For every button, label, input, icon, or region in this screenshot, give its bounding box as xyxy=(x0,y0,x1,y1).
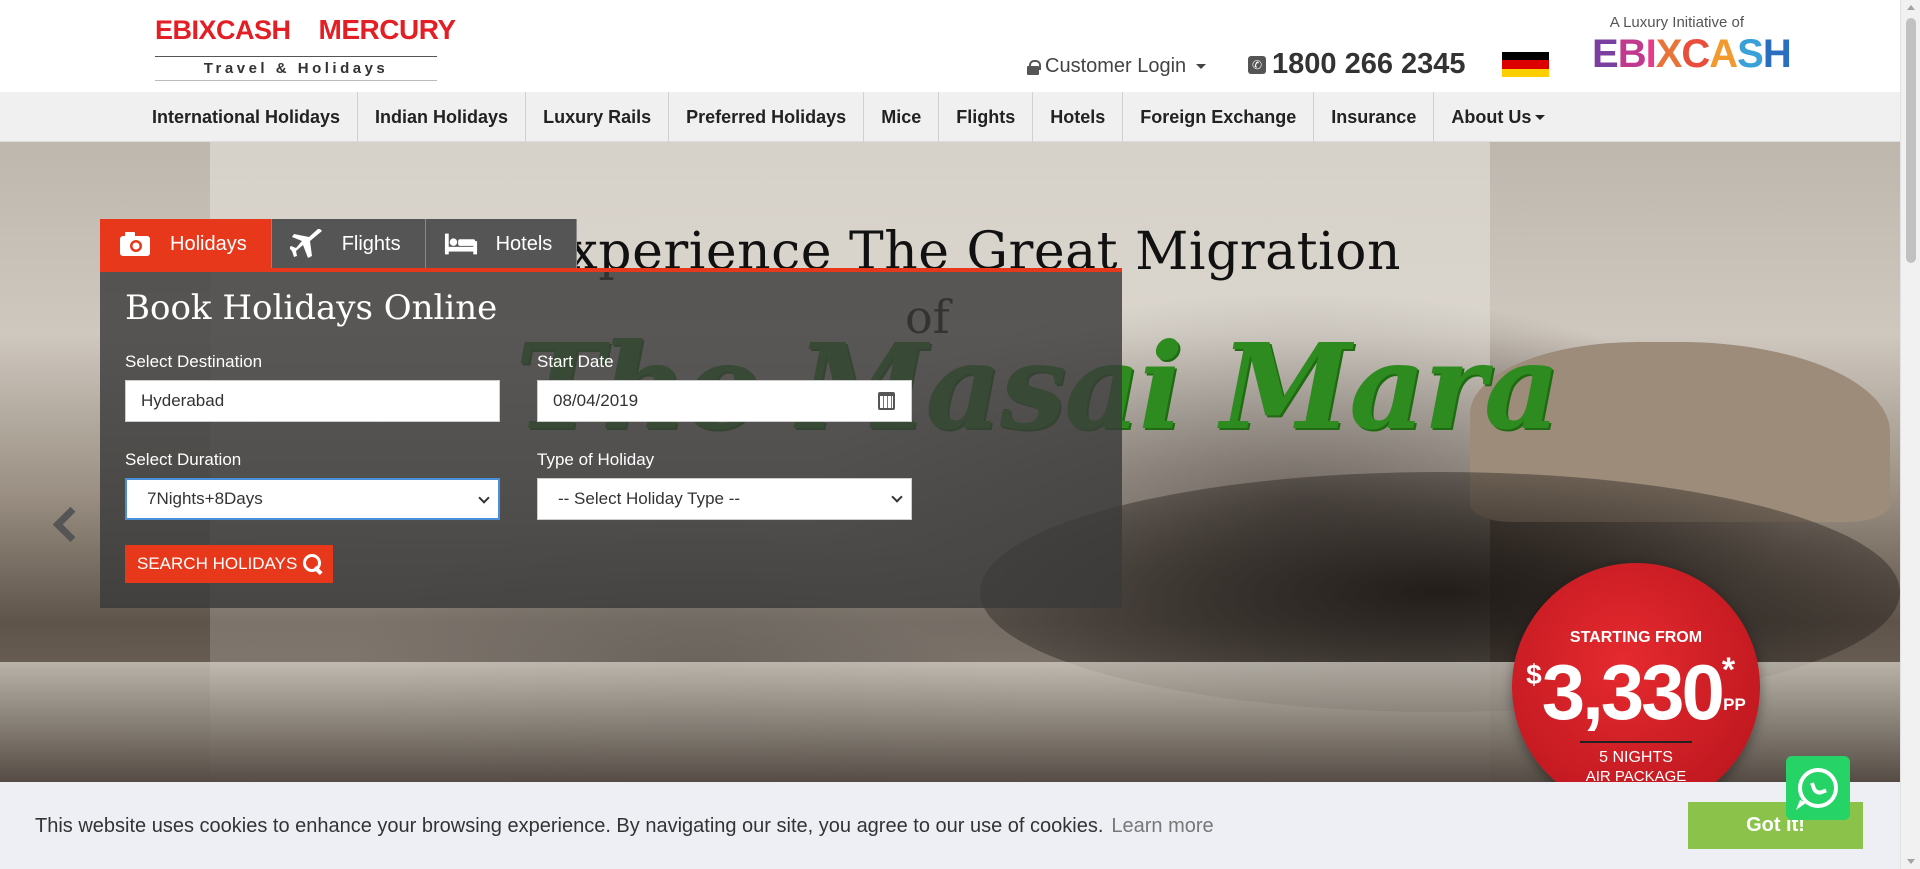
badge-currency: $ xyxy=(1526,659,1542,690)
flag-stripe-black xyxy=(1502,52,1549,61)
nav-about-us[interactable]: About Us xyxy=(1434,92,1562,142)
cookie-text: This website uses cookies to enhance you… xyxy=(35,815,1104,837)
logo-mercury: MERCURY xyxy=(318,14,457,45)
site-logo[interactable]: EBIXCASH MERCURY Travel & Holidays xyxy=(155,8,456,82)
destination-input[interactable]: Hyderabad xyxy=(125,380,500,422)
whatsapp-button[interactable] xyxy=(1786,756,1850,820)
badge-starting-from: STARTING FROM xyxy=(1569,629,1703,646)
phone-number: 1800 266 2345 xyxy=(1272,48,1466,80)
search-icon xyxy=(303,554,323,574)
holiday-type-label: Type of Holiday xyxy=(537,450,655,469)
page-scrollbar[interactable] xyxy=(1900,0,1920,869)
start-date-label: Start Date xyxy=(537,352,614,371)
start-date-value: 08/04/2019 xyxy=(553,391,639,410)
scroll-up-arrow-icon[interactable] xyxy=(1907,5,1915,10)
start-date-input[interactable]: 08/04/2019 xyxy=(537,380,912,422)
badge-unit: PP xyxy=(1723,695,1746,714)
calendar-icon[interactable] xyxy=(878,392,895,410)
phone-icon: ✆ xyxy=(1248,55,1266,74)
carousel-prev-arrow[interactable] xyxy=(48,502,76,542)
customer-login-dropdown[interactable]: Customer Login xyxy=(1027,55,1207,78)
phone-contact[interactable]: ✆ 1800 266 2345 xyxy=(1248,48,1466,81)
nav-luxury-rails[interactable]: Luxury Rails xyxy=(526,92,670,142)
tab-holidays[interactable]: Holidays xyxy=(100,219,272,269)
badge-divider xyxy=(1580,741,1692,743)
chevron-down-icon xyxy=(1535,114,1546,120)
logo-ebixcash: EBIXCASH xyxy=(155,14,291,45)
chevron-down-icon xyxy=(1196,64,1207,69)
tab-flights-label: Flights xyxy=(341,232,401,255)
flag-stripe-red xyxy=(1502,60,1549,69)
lock-icon xyxy=(1027,59,1041,75)
site-header: EBIXCASH MERCURY Travel & Holidays Custo… xyxy=(0,0,1900,92)
ebixcash-brand: EBIXCASH xyxy=(1592,32,1792,76)
nav-list: International Holidays Indian Holidays L… xyxy=(135,92,1562,142)
bed-icon xyxy=(444,231,478,257)
tab-flights[interactable]: Flights xyxy=(271,219,426,269)
price-badge[interactable]: STARTING FROM $ 3,330 * PP 5 NIGHTS AIR … xyxy=(1512,563,1760,811)
nav-preferred-holidays[interactable]: Preferred Holidays xyxy=(669,92,865,142)
learn-more-link[interactable]: Learn more xyxy=(1111,815,1213,837)
search-holidays-button[interactable]: SEARCH HOLIDAYS xyxy=(125,545,334,583)
scroll-thumb[interactable] xyxy=(1906,18,1916,263)
destination-value: Hyderabad xyxy=(141,391,225,410)
cookie-message: This website uses cookies to enhance you… xyxy=(35,815,1214,838)
tab-hotels-label: Hotels xyxy=(495,232,553,255)
camera-icon xyxy=(118,231,152,257)
duration-label: Select Duration xyxy=(125,450,242,469)
form-title: Book Holidays Online xyxy=(125,288,498,328)
main-nav: International Holidays Indian Holidays L… xyxy=(0,92,1900,142)
holiday-type-value: -- Select Holiday Type -- xyxy=(558,489,741,508)
page: EBIXCASH MERCURY Travel & Holidays Custo… xyxy=(0,0,1920,869)
search-tabs: Holidays Flights Hotels xyxy=(100,219,578,269)
scroll-down-arrow-icon[interactable] xyxy=(1907,859,1915,864)
badge-asterisk: * xyxy=(1721,651,1736,689)
logo-tagline: Travel & Holidays xyxy=(155,56,437,81)
cookie-banner: This website uses cookies to enhance you… xyxy=(0,782,1900,869)
customer-login-label: Customer Login xyxy=(1045,55,1187,77)
holiday-type-select[interactable]: -- Select Holiday Type -- xyxy=(537,478,912,520)
duration-value: 7Nights+8Days xyxy=(147,489,263,508)
whatsapp-icon xyxy=(1798,768,1838,808)
plane-icon xyxy=(289,229,324,258)
duration-select[interactable]: 7Nights+8Days xyxy=(125,478,500,520)
holiday-search-form: Book Holidays Online Select Destination … xyxy=(100,268,1122,608)
ebixcash-luxury-logo[interactable]: A Luxury Initiative of EBIXCASH xyxy=(1592,14,1792,76)
nav-hotels[interactable]: Hotels xyxy=(1033,92,1124,142)
nav-foreign-exchange[interactable]: Foreign Exchange xyxy=(1123,92,1315,142)
nav-indian-holidays[interactable]: Indian Holidays xyxy=(358,92,527,142)
germany-flag[interactable] xyxy=(1502,52,1549,77)
search-holidays-label: SEARCH HOLIDAYS xyxy=(137,554,298,573)
tab-hotels[interactable]: Hotels xyxy=(425,219,578,269)
chevron-down-icon xyxy=(478,492,490,504)
phone-handset-icon xyxy=(1809,779,1828,797)
flag-stripe-gold xyxy=(1502,68,1549,77)
luxury-initiative-text: A Luxury Initiative of xyxy=(1609,14,1744,31)
nav-mice[interactable]: Mice xyxy=(864,92,940,142)
destination-label: Select Destination xyxy=(125,352,263,371)
badge-price: $ 3,330 * PP xyxy=(1512,651,1760,733)
badge-amount: 3,330 xyxy=(1541,648,1725,736)
nav-flights[interactable]: Flights xyxy=(939,92,1034,142)
nav-international-holidays[interactable]: International Holidays xyxy=(135,92,359,142)
tab-holidays-label: Holidays xyxy=(170,232,247,255)
chevron-down-icon xyxy=(891,491,903,503)
badge-nights: 5 NIGHTS xyxy=(1599,749,1673,766)
nav-insurance[interactable]: Insurance xyxy=(1314,92,1435,142)
nav-about-us-label: About Us xyxy=(1451,106,1532,127)
